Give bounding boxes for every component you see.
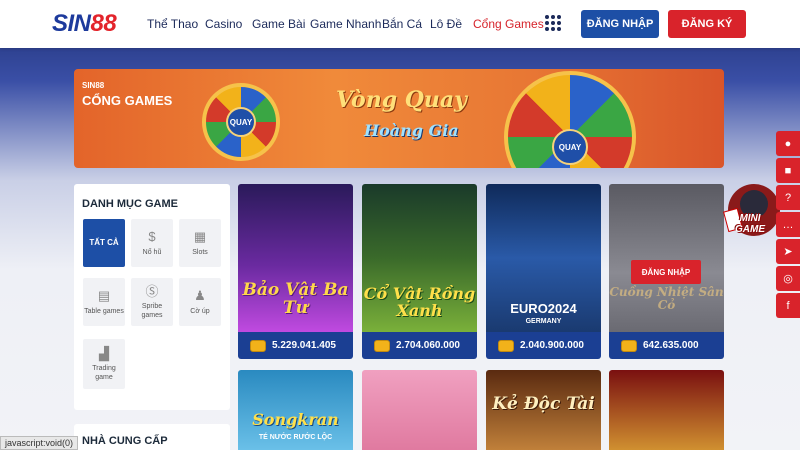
jackpot-bar: 2.704.060.000 [362, 332, 477, 359]
nav-ban-ca[interactable]: Bắn Cá [382, 17, 422, 31]
money-bag-icon: $ [148, 229, 156, 244]
jackpot-value: 5.229.041.405 [272, 340, 336, 351]
game-category-panel: DANH MỤC GAME TẤT CẢ $ Nổ hũ ▦ Slots ▤ T… [74, 184, 230, 410]
coin-icon [250, 339, 266, 352]
category-label: Cờ úp [190, 307, 210, 315]
game-card-dragon[interactable] [609, 370, 724, 450]
jackpot-bar: 642.635.000 [609, 332, 724, 359]
game-card-cuong-nhiet-san-co[interactable]: Cuồng Nhiệt Sân Cỏ ĐĂNG NHẬP 642.635.000 [609, 184, 724, 359]
logo-text-sin: SIN [52, 10, 91, 37]
card-login-button[interactable]: ĐĂNG NHẬP [631, 260, 701, 284]
gift-icon[interactable]: ■ [776, 158, 800, 183]
game-title: Bảo Vật Ba Tư [242, 280, 349, 318]
game-card-co-vat-rong-xanh[interactable]: Cổ Vật Rồng Xanh 2.704.060.000 [362, 184, 477, 359]
nav-casino[interactable]: Casino [205, 17, 242, 31]
promo-banner[interactable]: SIN88 CỔNG GAMES QUAY Vòng Quay Hoàng Gi… [74, 69, 724, 168]
jackpot-bar: 5.229.041.405 [238, 332, 353, 359]
game-title: Cổ Vật Rồng Xanh [363, 284, 476, 320]
game-title: Kẻ Độc Tài [492, 394, 595, 414]
chart-icon: ▟ [99, 345, 109, 361]
nav-lo-de[interactable]: Lô Đề [430, 17, 462, 31]
game-card-songkran[interactable]: Songkran TÉ NƯỚC RƯỚC LỘC [238, 370, 353, 450]
wheel-hub-left: QUAY [226, 107, 256, 137]
banner-title: Vòng Quay [336, 87, 467, 113]
nav-cong-games[interactable]: Cổng Games [473, 17, 544, 31]
category-label: Table games [84, 307, 124, 315]
chess-icon: ♟ [194, 288, 206, 303]
help-icon[interactable]: ? [776, 185, 800, 210]
jackpot-value: 2.704.060.000 [396, 340, 460, 351]
jackpot-value: 642.635.000 [643, 340, 699, 351]
mini-game-widget[interactable]: MINI GAME [720, 180, 782, 248]
category-title: DANH MỤC GAME [82, 198, 178, 210]
category-all[interactable]: TẤT CẢ [83, 219, 125, 267]
facebook-icon[interactable]: f [776, 293, 800, 318]
game-title: Cuồng Nhiệt Sân Cỏ [609, 285, 724, 312]
right-floating-bar: ● ■ ? … ➤ ◎ f [776, 131, 800, 320]
cards-icon: ▤ [97, 288, 111, 303]
game-subtitle: GERMANY [525, 318, 562, 325]
game-card-ke-doc-tai[interactable]: Kẻ Độc Tài [486, 370, 601, 450]
telegram-icon[interactable]: ➤ [776, 239, 800, 264]
spribe-icon: Ⓢ [145, 283, 159, 299]
jackpot-value: 2.040.900.000 [520, 340, 584, 351]
banner-subtitle: Hoàng Gia [364, 121, 459, 140]
coin-icon [374, 339, 390, 352]
banner-brand: SIN88 CỔNG GAMES [82, 81, 172, 108]
category-spribe-games[interactable]: Ⓢ Spribe games [131, 278, 173, 326]
game-card-bao-vat-ba-tu[interactable]: Bảo Vật Ba Tư 5.229.041.405 [238, 184, 353, 359]
provider-title: NHÀ CUNG CẤP [82, 435, 168, 447]
category-label: Nổ hũ [142, 248, 162, 256]
banner-brand-small: SIN88 [82, 81, 105, 90]
top-header: SIN88 Thể Thao Casino Game Bài Game Nhan… [0, 0, 800, 48]
category-label: Spribe games [141, 303, 163, 319]
banner-brand-big: CỔNG GAMES [82, 93, 173, 108]
jackpot-bar: 2.040.900.000 [486, 332, 601, 359]
apps-grid-icon[interactable] [545, 15, 561, 31]
game-subtitle: TÉ NƯỚC RƯỚC LỘC [258, 434, 333, 441]
game-title: EURO2024 [510, 301, 577, 316]
wheel-hub-right: QUAY [552, 129, 588, 165]
coin-icon [621, 339, 637, 352]
user-icon[interactable]: ● [776, 131, 800, 156]
category-slots[interactable]: ▦ Slots [179, 219, 221, 267]
category-table-games[interactable]: ▤ Table games [83, 278, 125, 326]
category-label: Trading game [92, 365, 116, 381]
browser-status-bar: javascript:void(0) [0, 436, 79, 450]
nav-game-bai[interactable]: Game Bài [252, 17, 305, 31]
category-no-hu[interactable]: $ Nổ hũ [131, 219, 173, 267]
category-label: TẤT CẢ [89, 238, 119, 248]
login-button[interactable]: ĐĂNG NHẬP [581, 10, 659, 38]
sin88-logo[interactable]: SIN88 [52, 10, 117, 38]
coin-icon [498, 339, 514, 352]
provider-panel: NHÀ CUNG CẤP [74, 424, 230, 450]
nav-game-nhanh[interactable]: Game Nhanh [310, 17, 381, 31]
mini-game-label: MINI GAME [735, 213, 765, 235]
category-co-up[interactable]: ♟ Cờ úp [179, 278, 221, 326]
target-icon[interactable]: ◎ [776, 266, 800, 291]
chat-icon[interactable]: … [776, 212, 800, 237]
register-button[interactable]: ĐĂNG KÝ [668, 10, 746, 38]
game-card-euro-2024[interactable]: EURO2024 GERMANY 2.040.900.000 [486, 184, 601, 359]
game-title: Songkran [252, 410, 339, 429]
slot-machine-icon: ▦ [193, 229, 207, 244]
logo-text-88: 88 [90, 10, 117, 37]
category-label: Slots [192, 248, 208, 256]
category-trading-game[interactable]: ▟ Trading game [83, 339, 125, 389]
game-card-beach[interactable] [362, 370, 477, 450]
nav-the-thao[interactable]: Thể Thao [147, 17, 198, 31]
